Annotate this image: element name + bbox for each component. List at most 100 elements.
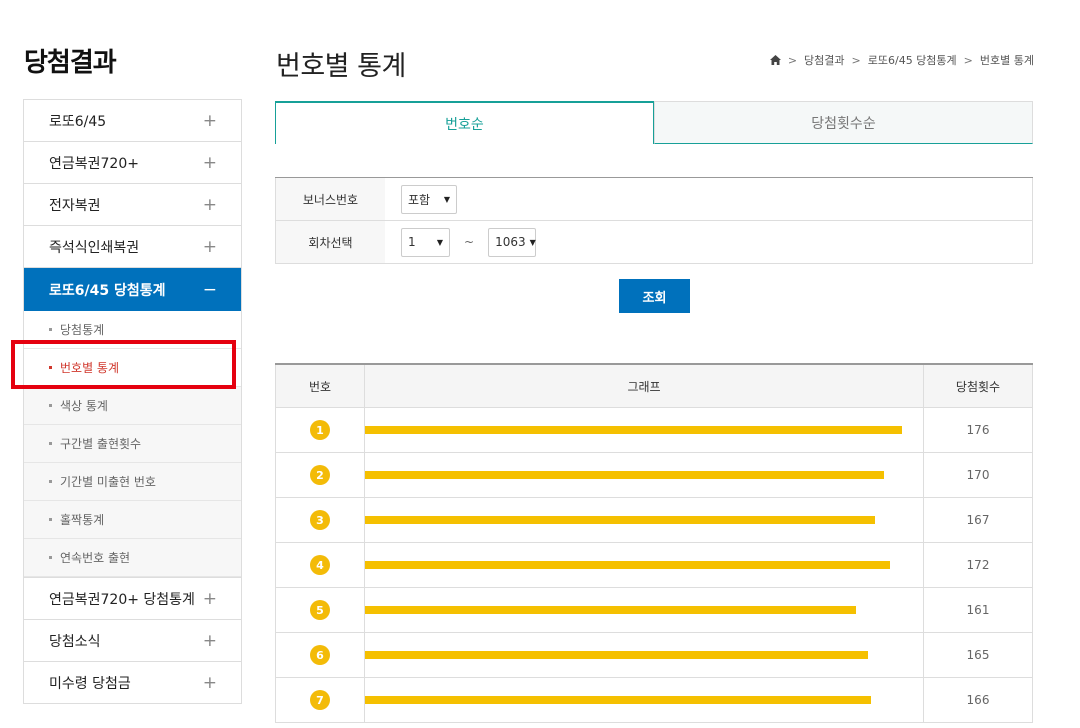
- count-bar: [365, 471, 884, 479]
- caret-down-icon: ▼: [436, 237, 443, 247]
- header-count: 당첨횟수: [923, 365, 1033, 407]
- tab-by-count[interactable]: 당첨횟수순: [654, 101, 1033, 144]
- bonus-select[interactable]: 포함 ▼: [401, 184, 457, 214]
- number-ball: 7: [310, 690, 330, 710]
- count-bar: [365, 516, 875, 524]
- table-row: 6 165: [275, 633, 1033, 678]
- table-row: 2 170: [275, 453, 1033, 498]
- count-bar: [365, 651, 868, 659]
- sidebar-sub-item-label: 구간별 출현횟수: [60, 437, 142, 451]
- sidebar-sub-item-label: 연속번호 출현: [60, 551, 131, 565]
- breadcrumb: > 당첨결과 > 로또6/45 당첨통계 > 번호별 통계: [769, 52, 1034, 68]
- filter-row-bonus: 보너스번호 포함 ▼: [275, 178, 1033, 221]
- sidebar-sub-item-label: 기간별 미출현 번호: [60, 475, 156, 489]
- sidebar-sub-item-unseen-stats[interactable]: 기간별 미출현 번호: [24, 463, 241, 501]
- table-row: 1 176: [275, 408, 1033, 453]
- bullet-icon: [49, 328, 52, 331]
- plus-icon: +: [202, 236, 217, 257]
- sidebar-item-label: 로또6/45 당첨통계: [49, 282, 166, 299]
- bullet-icon: [49, 442, 52, 445]
- bonus-label: 보너스번호: [275, 178, 385, 220]
- count-value: 172: [923, 543, 1033, 587]
- breadcrumb-item[interactable]: 로또6/45 당첨통계: [868, 52, 957, 68]
- number-ball: 6: [310, 645, 330, 665]
- round-to-select[interactable]: 1063 ▼: [488, 227, 537, 257]
- table-row: 4 172: [275, 543, 1033, 588]
- count-value: 176: [923, 408, 1033, 452]
- search-button[interactable]: 조회: [619, 279, 690, 313]
- minus-icon: −: [202, 279, 217, 300]
- sidebar-item-instant[interactable]: 즉석식인쇄복권 +: [24, 226, 241, 268]
- sidebar-sub-item-odd-even-stats[interactable]: 홀짝통계: [24, 501, 241, 539]
- count-value: 165: [923, 633, 1033, 677]
- sidebar-sub-item-label: 홀짝통계: [60, 513, 105, 527]
- sidebar-item-pension720[interactable]: 연금복권720+ +: [24, 142, 241, 184]
- count-bar: [365, 426, 902, 434]
- table-row: 3 167: [275, 498, 1033, 543]
- tab-by-number[interactable]: 번호순: [275, 101, 654, 144]
- sidebar-item-label: 미수령 당첨금: [49, 675, 131, 692]
- count-bar: [365, 606, 856, 614]
- range-tilde: ~: [464, 235, 475, 249]
- stats-table-header: 번호 그래프 당첨횟수: [275, 365, 1033, 408]
- stats-table: 번호 그래프 당첨횟수 1 176 2 170 3 167 4 172 5 161 6 165 7 166: [275, 363, 1033, 723]
- table-row: 5 161: [275, 588, 1033, 633]
- count-value: 166: [923, 678, 1033, 722]
- count-bar: [365, 696, 871, 704]
- sidebar-item-label: 즉석식인쇄복권: [49, 239, 140, 256]
- round-to-value: 1063: [495, 235, 526, 249]
- plus-icon: +: [202, 194, 217, 215]
- breadcrumb-separator: >: [787, 53, 798, 67]
- sidebar-sub-item-label: 당첨통계: [60, 323, 105, 337]
- sidebar-item-electronic[interactable]: 전자복권 +: [24, 184, 241, 226]
- round-from-select[interactable]: 1 ▼: [401, 227, 450, 257]
- sidebar-item-label: 연금복권720+: [49, 155, 139, 172]
- plus-icon: +: [202, 672, 217, 693]
- plus-icon: +: [202, 630, 217, 651]
- sidebar-item-label: 로또6/45: [49, 113, 107, 130]
- table-row: 7 166: [275, 678, 1033, 723]
- plus-icon: +: [202, 588, 217, 609]
- count-value: 161: [923, 588, 1033, 632]
- breadcrumb-item[interactable]: 당첨결과: [804, 52, 844, 68]
- stats-table-body: 1 176 2 170 3 167 4 172 5 161 6 165 7 166: [275, 408, 1033, 723]
- sidebar-sub-item-range-stats[interactable]: 구간별 출현횟수: [24, 425, 241, 463]
- sidebar-item-label: 당첨소식: [49, 633, 101, 650]
- sidebar-sub-item-color-stats[interactable]: 색상 통계: [24, 387, 241, 425]
- caret-down-icon: ▼: [443, 194, 450, 204]
- sidebar-title: 당첨결과: [24, 48, 117, 78]
- sidebar-menu: 로또6/45 + 연금복권720+ + 전자복권 + 즉석식인쇄복권 + 로또6…: [23, 99, 242, 704]
- bullet-icon: [49, 518, 52, 521]
- breadcrumb-separator: >: [851, 53, 861, 67]
- sidebar-item-lotto-stats[interactable]: 로또6/45 당첨통계 −: [24, 268, 241, 311]
- header-number: 번호: [275, 365, 364, 407]
- round-from-value: 1: [408, 235, 416, 249]
- sidebar-item-news[interactable]: 당첨소식 +: [24, 620, 241, 662]
- count-value: 167: [923, 498, 1033, 542]
- caret-down-icon: ▼: [529, 237, 536, 247]
- bullet-icon: [49, 556, 52, 559]
- plus-icon: +: [202, 110, 217, 131]
- tab-bar: 번호순 당첨횟수순: [275, 101, 1033, 144]
- sidebar-sub-item-consecutive-stats[interactable]: 연속번호 출현: [24, 539, 241, 577]
- header-graph: 그래프: [364, 365, 923, 407]
- home-icon[interactable]: [769, 55, 781, 65]
- number-ball: 4: [310, 555, 330, 575]
- round-label: 회차선택: [275, 221, 385, 263]
- plus-icon: +: [202, 152, 217, 173]
- highlight-annotation-box: [11, 340, 236, 389]
- sidebar-item-label: 전자복권: [49, 197, 101, 214]
- number-ball: 2: [310, 465, 330, 485]
- sidebar-item-lotto645[interactable]: 로또6/45 +: [24, 100, 241, 142]
- filter-row-round: 회차선택 1 ▼ ~ 1063 ▼: [275, 221, 1033, 264]
- sidebar-item-unclaimed[interactable]: 미수령 당첨금 +: [24, 662, 241, 704]
- number-ball: 1: [310, 420, 330, 440]
- sidebar-sub-item-label: 색상 통계: [60, 399, 108, 413]
- bullet-icon: [49, 480, 52, 483]
- breadcrumb-separator: >: [963, 53, 973, 67]
- bonus-select-value: 포함: [408, 192, 431, 207]
- breadcrumb-item-current: 번호별 통계: [979, 54, 1034, 67]
- number-ball: 5: [310, 600, 330, 620]
- number-ball: 3: [310, 510, 330, 530]
- sidebar-item-pension-stats[interactable]: 연금복권720+ 당첨통계 +: [24, 578, 241, 620]
